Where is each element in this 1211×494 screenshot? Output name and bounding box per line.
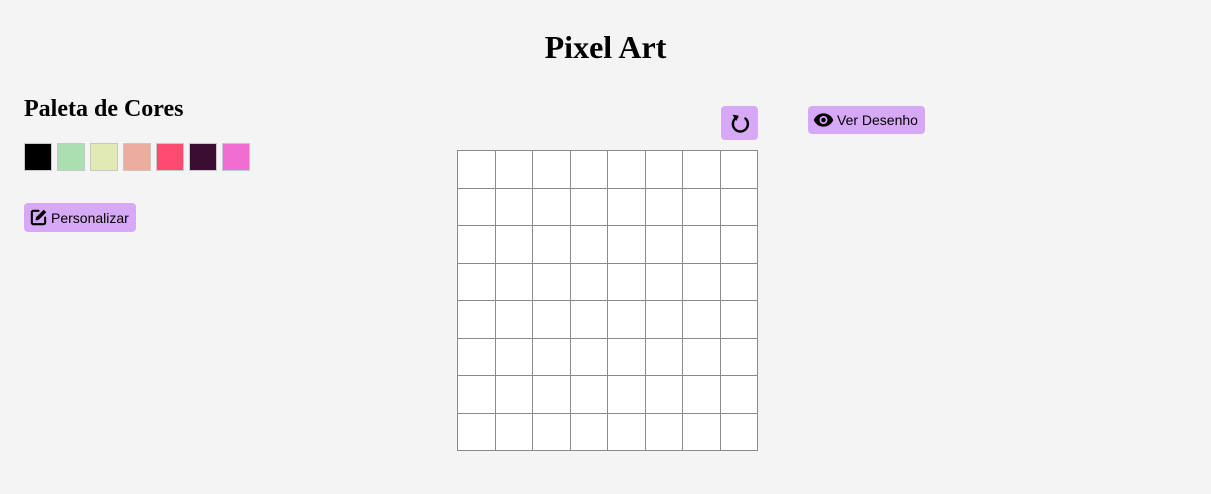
pixel-cell[interactable] [608,151,646,189]
color-swatch[interactable] [156,143,184,171]
pixel-cell[interactable] [720,413,758,451]
pixel-cell[interactable] [570,226,608,264]
pixel-cell[interactable] [533,188,571,226]
pixel-cell[interactable] [570,301,608,339]
pixel-cell[interactable] [645,188,683,226]
pixel-cell[interactable] [570,151,608,189]
pixel-cell[interactable] [533,376,571,414]
pixel-cell[interactable] [608,301,646,339]
pixel-cell[interactable] [683,188,721,226]
pixel-cell[interactable] [495,263,533,301]
pixel-cell[interactable] [458,226,496,264]
pixel-cell[interactable] [645,338,683,376]
pixel-cell[interactable] [683,338,721,376]
pixel-cell[interactable] [608,188,646,226]
pixel-cell[interactable] [533,263,571,301]
color-swatch[interactable] [24,143,52,171]
pixel-cell[interactable] [720,151,758,189]
palette-heading: Paleta de Cores [24,96,184,122]
pixel-cell[interactable] [458,263,496,301]
color-swatch[interactable] [222,143,250,171]
pixel-cell[interactable] [683,413,721,451]
pixel-cell[interactable] [458,188,496,226]
pixel-cell[interactable] [495,151,533,189]
pixel-cell[interactable] [458,301,496,339]
pixel-cell[interactable] [533,413,571,451]
pixel-cell[interactable] [533,226,571,264]
pixel-cell[interactable] [645,376,683,414]
pixel-cell[interactable] [608,413,646,451]
pixel-cell[interactable] [533,338,571,376]
pixel-cell[interactable] [645,151,683,189]
eye-icon [813,112,834,128]
pixel-cell[interactable] [720,188,758,226]
pixel-cell[interactable] [645,413,683,451]
pixel-cell[interactable] [495,376,533,414]
pixel-cell[interactable] [608,263,646,301]
color-swatch[interactable] [57,143,85,171]
pixel-cell[interactable] [683,226,721,264]
reset-icon [728,111,752,135]
pixel-cell[interactable] [720,263,758,301]
pixel-cell[interactable] [683,263,721,301]
pixel-cell[interactable] [683,376,721,414]
pixel-cell[interactable] [720,226,758,264]
pixel-cell[interactable] [720,376,758,414]
pixel-cell[interactable] [608,338,646,376]
pixel-cell[interactable] [495,226,533,264]
view-drawing-button[interactable]: Ver Desenho [808,106,925,134]
color-swatch[interactable] [189,143,217,171]
color-swatch[interactable] [90,143,118,171]
page-title: Pixel Art [544,29,667,65]
pixel-cell[interactable] [533,301,571,339]
pixel-cell[interactable] [458,413,496,451]
pixel-cell[interactable] [645,301,683,339]
customize-label: Personalizar [51,209,129,226]
pixel-cell[interactable] [683,301,721,339]
pixel-cell[interactable] [495,301,533,339]
pixel-cell[interactable] [570,376,608,414]
pixel-cell[interactable] [495,413,533,451]
pixel-cell[interactable] [645,226,683,264]
pixel-cell[interactable] [720,301,758,339]
color-swatch[interactable] [123,143,151,171]
pixel-cell[interactable] [570,338,608,376]
pixel-cell[interactable] [458,151,496,189]
reset-button[interactable] [721,106,758,140]
pixel-cell[interactable] [495,188,533,226]
pixel-cell[interactable] [458,338,496,376]
pixel-cell[interactable] [495,338,533,376]
pixel-cell[interactable] [645,263,683,301]
pixel-cell[interactable] [683,151,721,189]
pixel-cell[interactable] [608,376,646,414]
edit-icon [29,208,48,227]
pixel-cell[interactable] [570,188,608,226]
pixel-cell[interactable] [533,151,571,189]
view-drawing-label: Ver Desenho [837,112,918,128]
pixel-cell[interactable] [720,338,758,376]
pixel-cell[interactable] [570,413,608,451]
pixel-cell[interactable] [458,376,496,414]
customize-button[interactable]: Personalizar [24,203,136,232]
color-swatches [24,143,250,171]
pixel-cell[interactable] [570,263,608,301]
pixel-cell[interactable] [608,226,646,264]
pixel-canvas [457,150,758,451]
